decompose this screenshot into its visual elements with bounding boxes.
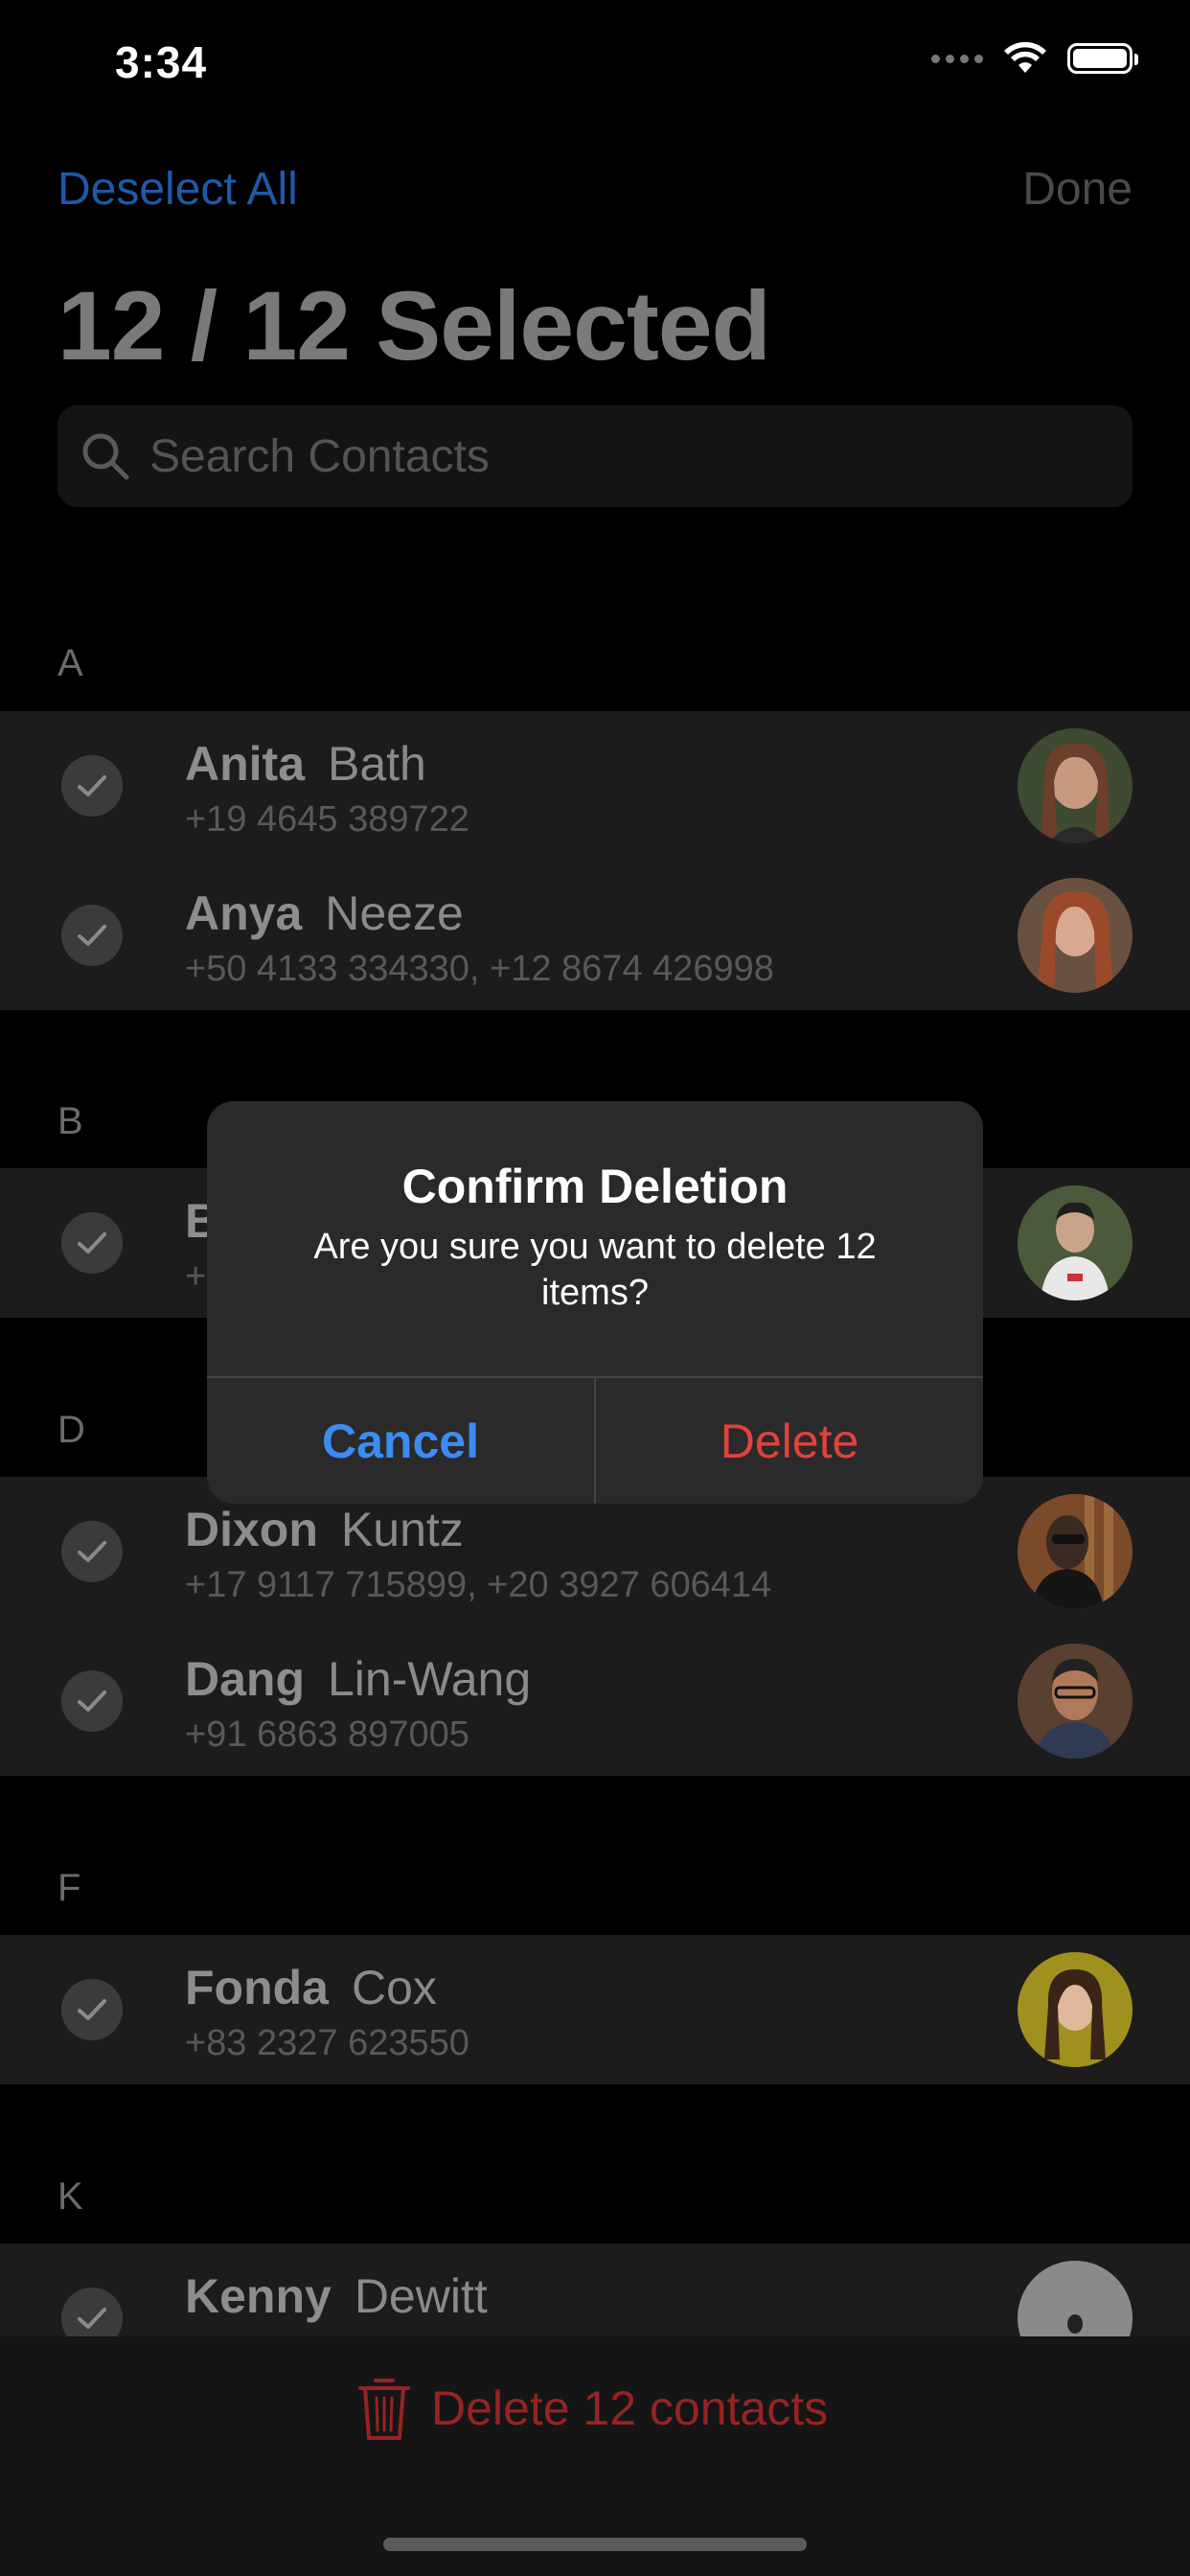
avatar (1018, 878, 1133, 993)
avatar (1018, 1644, 1133, 1759)
contact-name: Dixon Kuntz (185, 1502, 464, 1557)
checkmark-icon[interactable] (61, 1212, 123, 1274)
first-name: Fonda (185, 1961, 329, 2014)
first-name: Anya (185, 886, 303, 940)
home-indicator[interactable] (383, 2538, 807, 2551)
first-name: Dang (185, 1652, 305, 1706)
contact-phone: +50 4133 334330, +12 8674 426998 (185, 949, 774, 989)
avatar (1018, 1185, 1133, 1300)
last-name: Bath (328, 737, 426, 791)
done-button[interactable]: Done (1022, 163, 1133, 216)
screen: 3:34 Deselect All Done 12 / 12 Selected … (0, 0, 1190, 2576)
avatar (1018, 728, 1133, 843)
alert-message: Are you sure you want to delete 12 items… (313, 1227, 877, 1313)
search-icon (82, 433, 129, 480)
signal-icon (931, 54, 983, 63)
battery-icon (1067, 43, 1138, 74)
deselect-all-button[interactable]: Deselect All (57, 163, 298, 216)
contact-row-fonda[interactable]: Fonda Cox +83 2327 623550 (0, 1935, 1190, 2084)
trash-icon (358, 2379, 410, 2440)
section-header-f: F (57, 1867, 81, 1909)
page-title: 12 / 12 Selected (57, 271, 771, 380)
delete-button[interactable]: Delete (596, 1378, 983, 1504)
section-header-k: K (57, 2175, 83, 2218)
contact-row-anya[interactable]: Anya Neeze +50 4133 334330, +12 8674 4269… (0, 861, 1190, 1010)
avatar (1018, 1494, 1133, 1609)
contact-phone: +19 4645 389722 (185, 799, 469, 840)
last-name: Dewitt (354, 2269, 488, 2323)
last-name: Cox (351, 1961, 437, 2014)
section-f-rows: Fonda Cox +83 2327 623550 (0, 1935, 1190, 2084)
delete-contacts-button[interactable]: Delete 12 contacts (356, 2375, 828, 2442)
contact-row-dang[interactable]: Dang Lin-Wang +91 6863 897005 (0, 1626, 1190, 1776)
contact-phone: +17 9117 715899, +20 3927 606414 (185, 1565, 772, 1605)
contact-name: Anya Neeze (185, 886, 464, 941)
first-name: Dixon (185, 1503, 318, 1556)
section-header-a: A (57, 642, 83, 684)
contact-phone: + (185, 1256, 207, 1297)
section-header-b: B (57, 1100, 83, 1142)
contact-name: Dang Lin-Wang (185, 1651, 531, 1707)
alert-title: Confirm Deletion (401, 1160, 789, 1213)
first-name: Anita (185, 737, 305, 791)
last-name: Kuntz (340, 1503, 464, 1556)
contact-phone: +91 6863 897005 (185, 1714, 469, 1755)
status-icons (931, 42, 1138, 75)
checkmark-icon[interactable] (61, 905, 123, 966)
contact-row-anita[interactable]: Anita Bath +19 4645 389722 (0, 711, 1190, 861)
checkmark-icon[interactable] (61, 755, 123, 816)
checkmark-icon[interactable] (61, 1521, 123, 1582)
checkmark-icon[interactable] (61, 1670, 123, 1732)
last-name: Neeze (325, 886, 464, 940)
section-d-rows: Dixon Kuntz +17 9117 715899, +20 3927 606… (0, 1477, 1190, 1776)
section-header-d: D (57, 1409, 85, 1451)
cancel-button[interactable]: Cancel (207, 1378, 594, 1504)
contact-name: Fonda Cox (185, 1960, 437, 2015)
contact-phone: +83 2327 623550 (185, 2023, 469, 2063)
checkmark-icon[interactable] (61, 1979, 123, 2040)
contact-name: Kenny Dewitt (185, 2268, 488, 2324)
avatar (1018, 1952, 1133, 2067)
last-name: Lin-Wang (328, 1652, 532, 1706)
contact-name: Anita Bath (185, 736, 426, 792)
first-name: Kenny (185, 2269, 332, 2323)
delete-contacts-label: Delete 12 contacts (431, 2381, 829, 2435)
search-field[interactable]: Search Contacts (57, 405, 1133, 507)
wifi-icon (1004, 42, 1046, 73)
status-time: 3:34 (115, 37, 208, 87)
search-placeholder: Search Contacts (149, 430, 490, 482)
section-a-rows: Anita Bath +19 4645 389722 Anya Neeze +50 … (0, 711, 1190, 1010)
confirm-deletion-alert: Confirm Deletion Are you sure you want t… (207, 1101, 983, 1504)
